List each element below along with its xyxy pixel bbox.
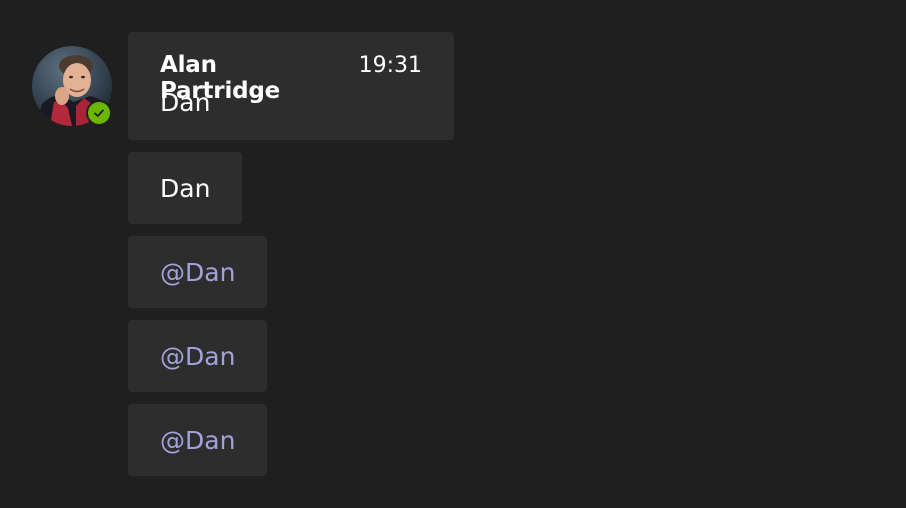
- message-bubble-5[interactable]: @Dan: [128, 404, 268, 476]
- message-bubble-4[interactable]: @Dan: [128, 320, 268, 392]
- presence-available-indicator: [88, 102, 110, 124]
- presence-badge: [86, 100, 112, 126]
- message-bubble-3[interactable]: @Dan: [128, 236, 268, 308]
- avatar[interactable]: [32, 46, 112, 126]
- message-timestamp: 19:31: [358, 53, 422, 78]
- checkmark-icon: [94, 109, 104, 117]
- message-text: Dan: [160, 173, 211, 203]
- mention-link[interactable]: @Dan: [160, 426, 235, 455]
- mention-link[interactable]: @Dan: [160, 258, 235, 287]
- chat-thread: Alan Partridge 19:31 Dan Dan @Dan @Dan @…: [0, 0, 906, 508]
- message-bubble-2[interactable]: Dan: [128, 152, 243, 224]
- mention-link[interactable]: @Dan: [160, 342, 235, 371]
- message-header: Alan Partridge 19:31: [160, 52, 422, 104]
- message-bubble-1[interactable]: Alan Partridge 19:31 Dan: [128, 32, 454, 140]
